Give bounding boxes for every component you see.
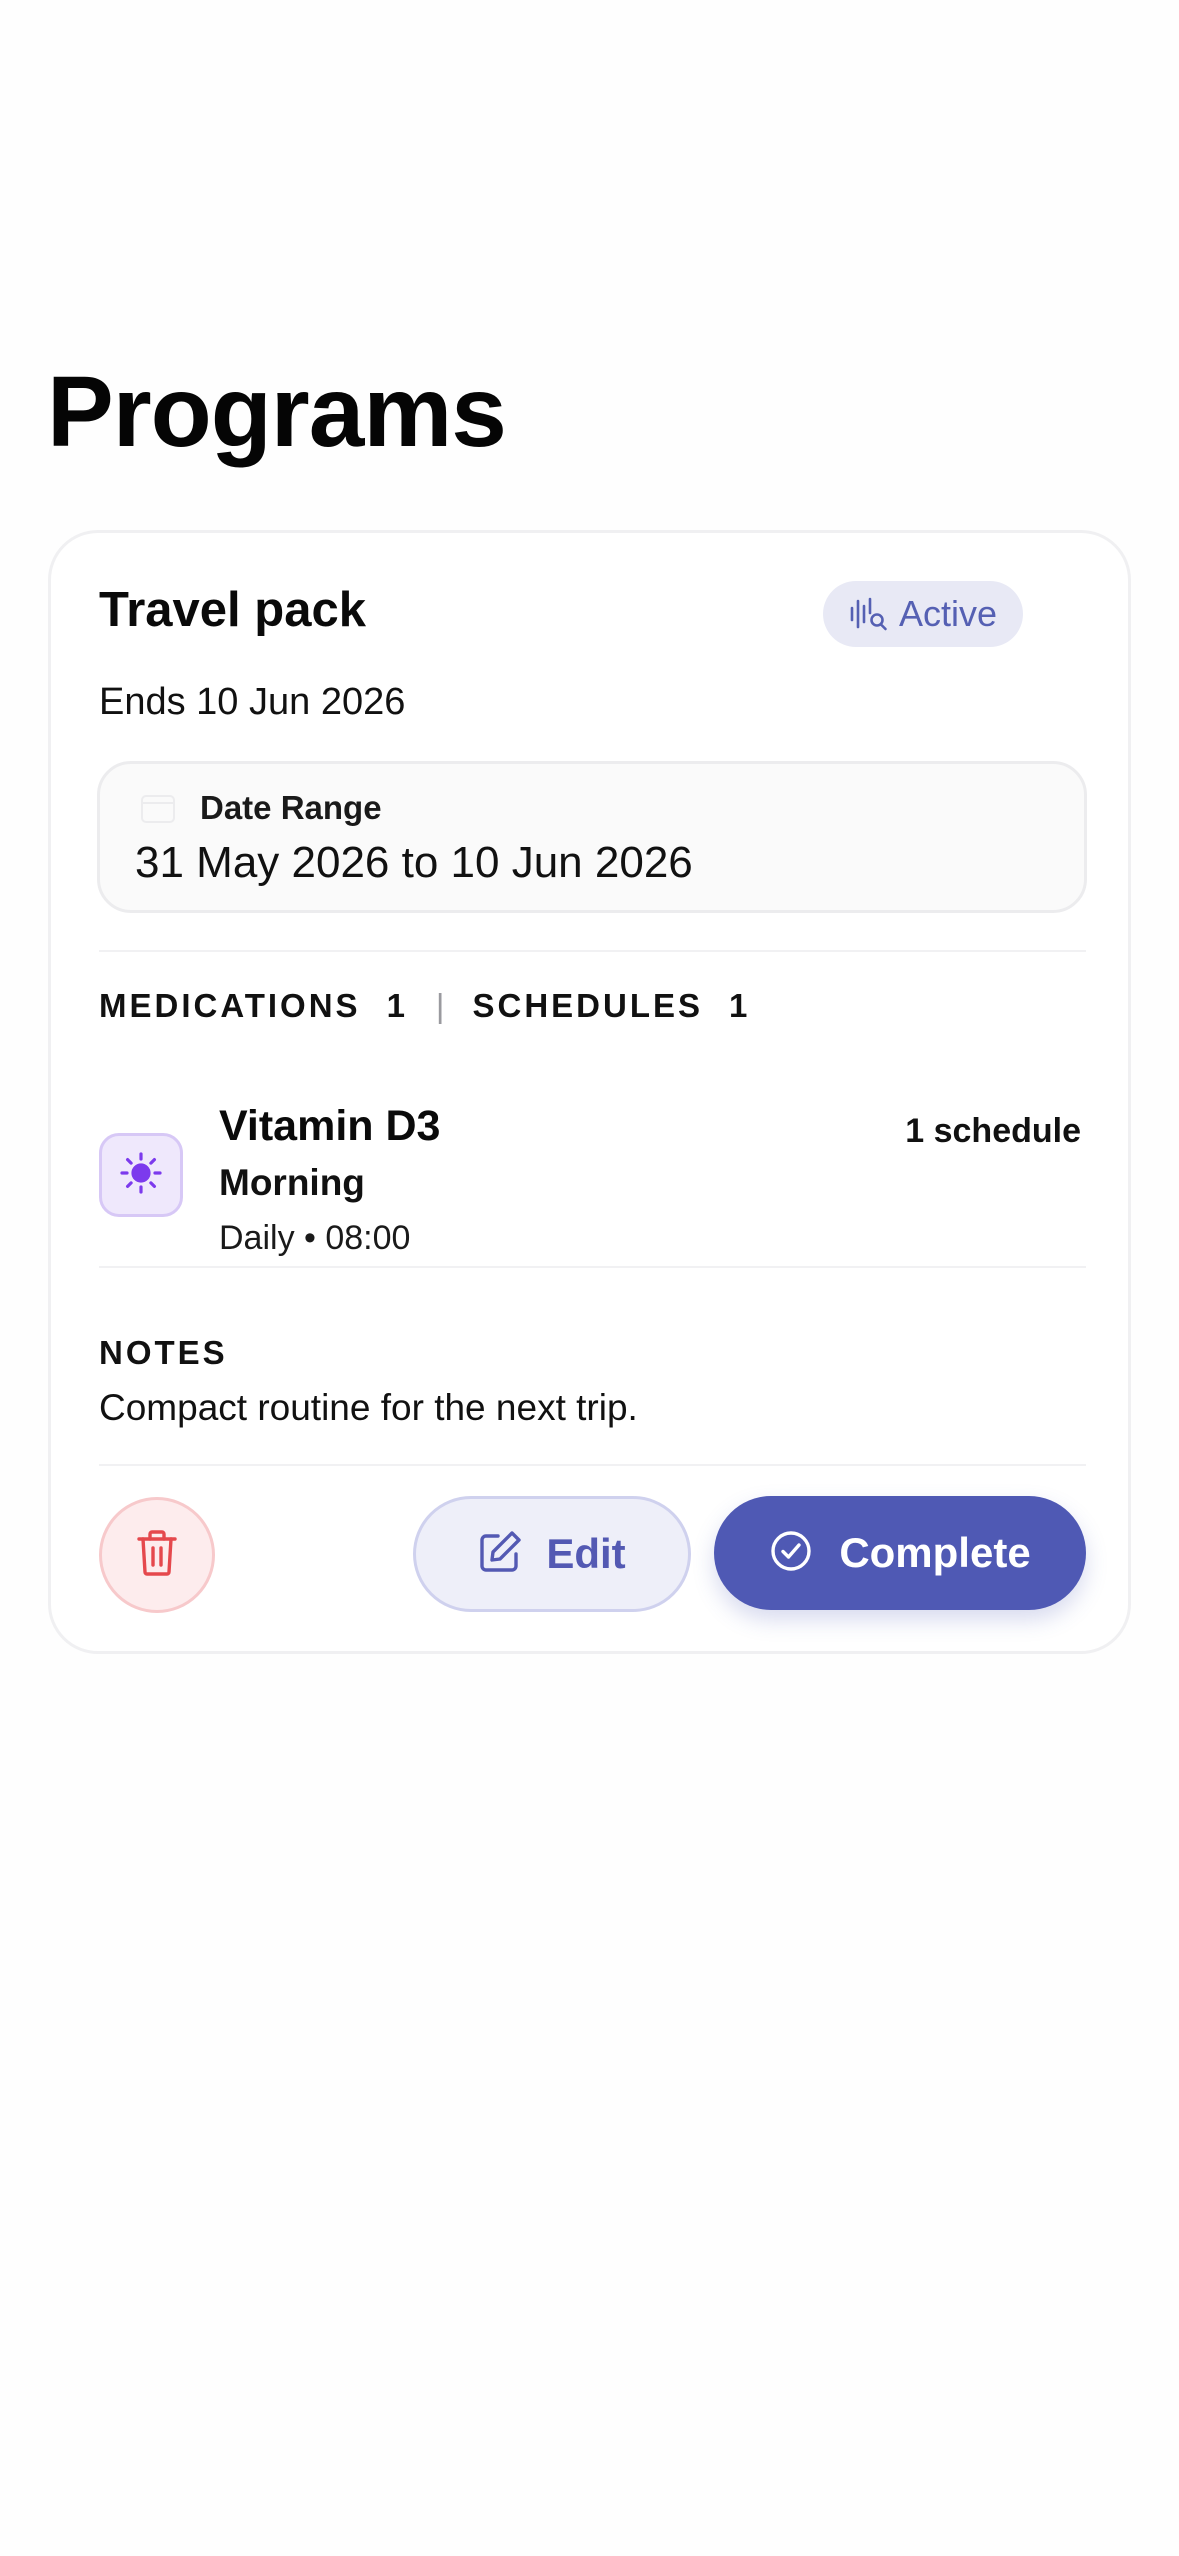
program-card[interactable]: Travel pack Active Ends 10 Jun 2026 Date… xyxy=(48,530,1131,1654)
medication-schedule-detail: Daily • 08:00 xyxy=(219,1219,411,1257)
counts-separator: | xyxy=(435,987,445,1024)
medication-name: Vitamin D3 xyxy=(219,1102,441,1150)
complete-label: Complete xyxy=(839,1529,1031,1576)
counts-row: MEDICATIONS 1 | SCHEDULES 1 xyxy=(99,986,750,1026)
divider xyxy=(99,950,1086,952)
medications-count: 1 xyxy=(386,987,408,1024)
schedules-count-label: SCHEDULES xyxy=(472,987,704,1024)
calendar-icon xyxy=(140,792,176,829)
program-end-date: Ends 10 Jun 2026 xyxy=(99,681,406,723)
date-range-box: Date Range 31 May 2026 to 10 Jun 2026 xyxy=(97,761,1087,913)
divider xyxy=(99,1266,1086,1268)
medication-time-label: Morning xyxy=(219,1162,365,1203)
sun-icon xyxy=(119,1151,163,1200)
status-label: Active xyxy=(898,593,998,634)
medication-schedule-count: 1 schedule xyxy=(905,1112,1081,1150)
edit-button[interactable]: Edit xyxy=(413,1496,691,1612)
program-name: Travel pack xyxy=(99,583,366,637)
complete-button[interactable]: Complete xyxy=(714,1496,1086,1610)
date-range-value: 31 May 2026 to 10 Jun 2026 xyxy=(135,838,693,887)
status-waveform-icon xyxy=(849,596,889,632)
medication-icon-box xyxy=(99,1133,183,1217)
schedules-count: 1 xyxy=(729,987,751,1024)
divider xyxy=(99,1464,1086,1466)
edit-icon xyxy=(478,1530,522,1579)
check-circle-icon xyxy=(769,1529,813,1578)
medications-count-label: MEDICATIONS xyxy=(99,987,361,1024)
delete-button[interactable] xyxy=(99,1497,215,1613)
status-badge: Active xyxy=(823,581,1023,647)
edit-label: Edit xyxy=(546,1530,626,1577)
notes-heading: NOTES xyxy=(99,1334,228,1371)
date-range-label: Date Range xyxy=(200,789,382,826)
trash-icon xyxy=(136,1529,178,1582)
page-title: Programs xyxy=(47,356,507,468)
notes-text: Compact routine for the next trip. xyxy=(99,1387,638,1428)
